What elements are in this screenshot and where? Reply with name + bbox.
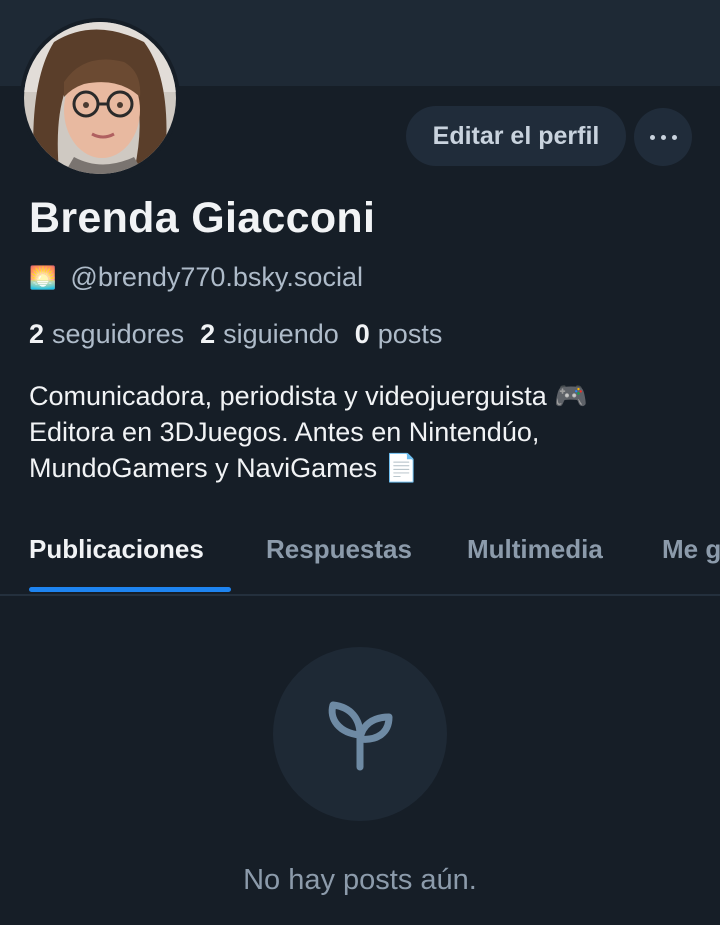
empty-state-text: No hay posts aún.	[243, 864, 477, 896]
avatar[interactable]	[20, 18, 180, 178]
profile-bio: Comunicadora, periodista y videojuerguis…	[29, 378, 709, 486]
followers-stat[interactable]: 2 seguidores	[29, 319, 184, 350]
handle-row: 🌅 @brendy770.bsky.social	[29, 262, 363, 293]
ellipsis-icon	[649, 134, 655, 140]
posts-stat: 0 posts	[355, 319, 443, 350]
bio-line: Comunicadora, periodista y videojuerguis…	[29, 381, 588, 411]
profile-handle[interactable]: @brendy770.bsky.social	[70, 262, 363, 293]
profile-stats: 2 seguidores 2 siguiendo 0 posts	[29, 319, 458, 350]
tab-multimedia[interactable]: Multimedia	[467, 534, 603, 565]
ellipsis-dot	[660, 134, 666, 140]
profile-name: Brenda Giacconi	[29, 194, 376, 242]
sprout-icon	[273, 647, 447, 821]
following-label: siguiendo	[223, 319, 339, 349]
tab-publicaciones[interactable]: Publicaciones	[29, 534, 204, 565]
more-options-button[interactable]	[634, 108, 692, 166]
edit-profile-button[interactable]: Editar el perfil	[406, 106, 626, 166]
bio-line: MundoGamers y NaviGames 📄	[29, 453, 419, 483]
followers-label: seguidores	[52, 319, 185, 349]
following-count: 2	[200, 319, 216, 349]
posts-label: posts	[377, 319, 443, 349]
avatar-photo	[24, 22, 176, 174]
bio-line: Editora en 3DJuegos. Antes en Nintendúo,	[29, 417, 540, 447]
profile-tabs: Publicaciones Respuestas Multimedia Me g…	[0, 520, 720, 596]
following-stat[interactable]: 2 siguiendo	[200, 319, 339, 350]
sunrise-icon: 🌅	[29, 264, 57, 290]
tab-me-gusta[interactable]: Me gusta	[662, 534, 720, 565]
followers-count: 2	[29, 319, 45, 349]
ellipsis-dot	[671, 134, 677, 140]
posts-count: 0	[354, 319, 370, 349]
active-tab-indicator	[29, 587, 231, 592]
tab-respuestas[interactable]: Respuestas	[266, 534, 412, 565]
